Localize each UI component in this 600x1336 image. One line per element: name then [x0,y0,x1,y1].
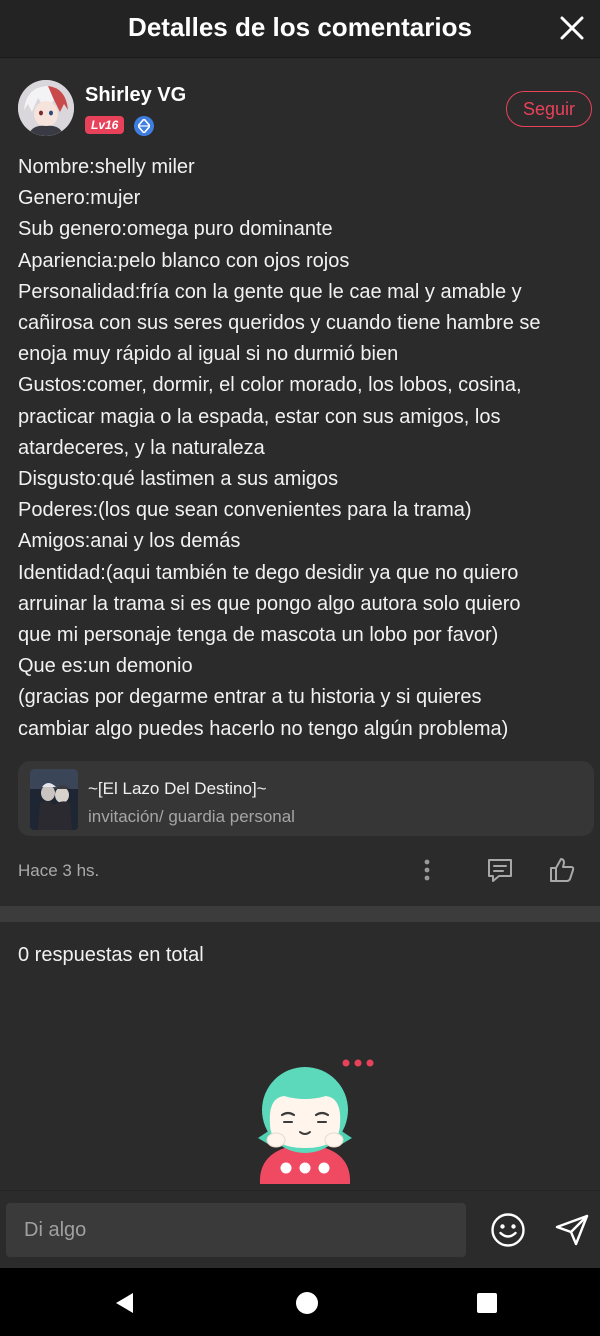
system-nav-bar [0,1268,600,1336]
comment-line: Amigos:anai y los demás [18,530,241,553]
timestamp: Hace 3 hs. [18,861,100,880]
comment-icon [488,859,512,882]
nav-home-button[interactable] [292,1288,322,1318]
section-divider [0,906,600,922]
thumbs-up-icon [550,858,575,882]
emoji-button[interactable] [489,1211,527,1249]
comment-line: Disgusto:qué lastimen a sus amigos [18,468,339,491]
story-subtitle: invitación/ guardia personal [88,807,295,826]
page-title: Detalles de los comentarios [128,12,472,42]
more-options-button[interactable] [415,856,439,884]
close-icon [560,16,584,40]
smiley-icon [491,1213,525,1247]
comment-input[interactable] [6,1203,466,1257]
comment-line: atardeceres, y la naturaleza [18,436,265,459]
comment-line: Identidad:(aqui también te dego desidir … [18,561,519,584]
send-button[interactable] [552,1211,592,1249]
comment-line: enoja muy rápido al igual si no durmió b… [18,343,399,366]
home-circle-icon [296,1292,318,1314]
linked-story-card[interactable]: ~[El Lazo Del Destino]~ invitación/ guar… [18,761,594,836]
comment-line: cambiar algo puedes hacerlo no tengo alg… [18,717,509,740]
top-bar: Detalles de los comentarios [0,0,600,58]
comment-line: Nombre:shelly miler [18,156,195,178]
nav-recent-button[interactable] [472,1288,502,1318]
more-vertical-icon [424,859,430,881]
comment-line: Sub genero:omega puro dominante [18,218,333,241]
reply-button[interactable] [484,854,516,886]
comment-line: que mi personaje tenga de mascota un lob… [18,624,499,647]
comment-line: arruinar la trama si es que pongo algo a… [18,592,521,615]
replies-count: 0 respuestas en total [18,944,204,966]
comment-input-bar [0,1190,600,1268]
comment-line: Personalidad:fría con la gente que le ca… [18,280,522,303]
comment-meta: Hace 3 hs. [18,852,582,888]
story-title: ~[El Lazo Del Destino]~ [88,779,267,798]
level-badge: Lv16 [85,116,125,134]
comment-text: Nombre:shelly miler Genero:mujer Sub gener… [18,152,588,745]
comment-line: practicar magia o la espada, estar con s… [18,405,501,428]
like-button[interactable] [546,854,578,886]
comment-author: Shirley VG Lv16 Seguir [18,80,592,140]
comment-line: cañirosa con sus seres queridos y cuando… [18,312,541,335]
empty-state-mascot [250,1052,380,1188]
comment-line: Que es:un demonio [18,655,193,678]
verified-icon [134,116,154,136]
follow-button[interactable]: Seguir [506,91,592,127]
nav-back-button[interactable] [110,1288,140,1318]
story-cover-image [30,769,78,830]
avatar[interactable] [18,80,74,136]
comment-line: Gustos:comer, dormir, el color morado, l… [18,374,522,397]
comment-line: (gracias por degarme entrar a tu histori… [18,686,482,709]
comment-line: Apariencia:pelo blanco con ojos rojos [18,249,350,272]
comment-line: Poderes:(los que sean convenientes para … [18,499,472,522]
recent-square-icon [477,1293,497,1313]
back-triangle-icon [116,1293,133,1313]
send-icon [555,1214,589,1246]
author-name[interactable]: Shirley VG [85,84,186,107]
close-button[interactable] [554,10,590,46]
comment-line: Genero:mujer [18,187,141,210]
